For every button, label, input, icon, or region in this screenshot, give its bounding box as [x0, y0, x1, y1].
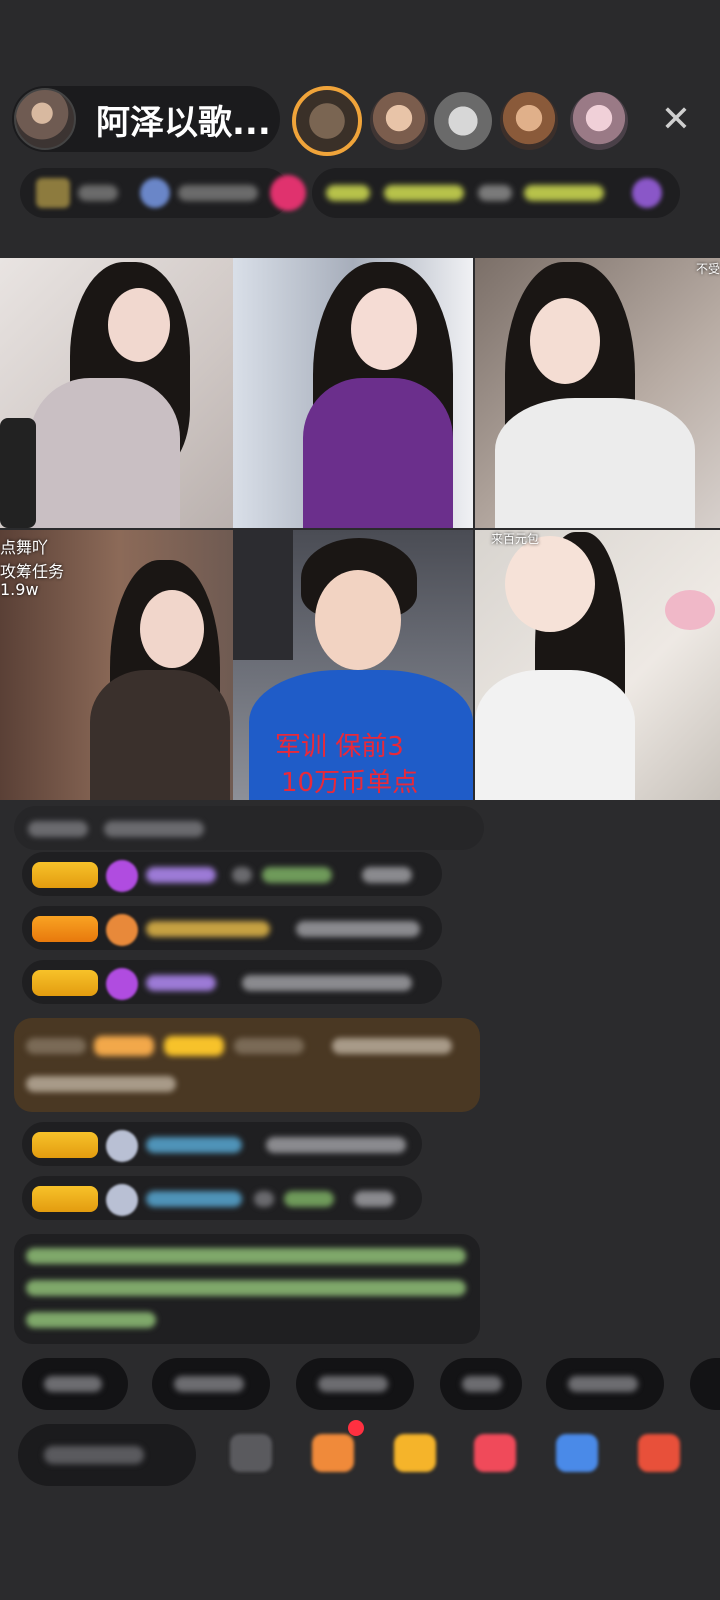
gem-icon	[106, 968, 138, 1000]
comment-input[interactable]	[18, 1424, 196, 1486]
chat-message[interactable]	[22, 960, 442, 1004]
viewer-avatar-3[interactable]	[434, 92, 492, 150]
announcement-message[interactable]	[14, 1234, 480, 1344]
level-badge	[32, 1186, 98, 1212]
level-badge	[32, 970, 98, 996]
red-packet-icon[interactable]	[474, 1434, 516, 1472]
gift-box-icon[interactable]	[312, 1434, 354, 1472]
tile-label: 1.9w	[0, 580, 39, 599]
video-tile-6[interactable]: 来百元包	[475, 530, 720, 800]
viewer-avatar-4[interactable]	[500, 92, 558, 150]
video-tile-3[interactable]: 不受	[475, 258, 720, 528]
system-message[interactable]	[14, 1018, 480, 1112]
tile-label: 不受	[695, 262, 720, 276]
gift-icon[interactable]	[394, 1434, 436, 1472]
tile-label: 来百元包	[491, 532, 540, 546]
quick-action-4[interactable]	[440, 1358, 522, 1410]
bottom-bar	[0, 1420, 720, 1490]
activity-text-3	[478, 185, 512, 201]
quick-action-5[interactable]	[546, 1358, 664, 1410]
tile-label: 攻筹任务	[0, 562, 65, 581]
activity-chip[interactable]	[312, 168, 680, 218]
chat-message[interactable]	[22, 1122, 422, 1166]
quick-actions-row	[0, 1358, 720, 1414]
host-avatar[interactable]	[14, 88, 76, 150]
emoji-icon[interactable]	[230, 1434, 272, 1472]
activity-text-4	[524, 185, 604, 201]
heart-icon[interactable]	[270, 175, 306, 211]
video-tile-4[interactable]: 点舞吖 攻筹任务 1.9w	[0, 530, 238, 800]
share-icon[interactable]	[556, 1434, 598, 1472]
rank-text	[78, 185, 118, 201]
fan-badge-icon	[106, 1130, 138, 1162]
close-icon[interactable]: ✕	[656, 100, 696, 140]
chat-message[interactable]	[22, 1176, 422, 1220]
fan-badge-icon	[106, 914, 138, 946]
overlay-text-line-2: 10万币单点	[281, 768, 419, 798]
quick-action-1[interactable]	[22, 1358, 128, 1410]
level-badge	[32, 1132, 98, 1158]
more-icon[interactable]	[638, 1434, 680, 1472]
notification-dot	[348, 1420, 364, 1436]
level-badge	[32, 862, 98, 888]
host-name[interactable]: 阿泽以歌...	[96, 95, 271, 144]
viewer-avatar-1[interactable]	[292, 86, 362, 156]
activity-text-1	[326, 185, 370, 201]
fans-text	[178, 185, 258, 201]
tile-label: 点舞吖	[0, 538, 49, 557]
level-badge	[32, 916, 98, 942]
quick-action-3[interactable]	[296, 1358, 414, 1410]
chat-message[interactable]	[22, 906, 442, 950]
fans-icon	[140, 178, 170, 208]
viewer-avatar-5[interactable]	[570, 92, 628, 150]
gem-icon	[106, 860, 138, 892]
video-tile-1[interactable]	[0, 258, 238, 528]
gift-icon	[632, 178, 662, 208]
chat-message[interactable]	[22, 852, 442, 896]
chat-message[interactable]	[14, 806, 484, 850]
rank-icon	[36, 178, 70, 208]
video-grid: 不受 点舞吖 攻筹任务 1.9w 军训 保前3 10万币单点 来百元包	[0, 258, 720, 800]
quick-action-6[interactable]	[690, 1358, 720, 1410]
quick-action-2[interactable]	[152, 1358, 270, 1410]
activity-text-2	[384, 185, 464, 201]
overlay-text-line-1: 军训 保前3	[275, 732, 404, 762]
viewer-avatar-2[interactable]	[370, 92, 428, 150]
rank-chip[interactable]	[20, 168, 306, 218]
video-tile-2[interactable]	[233, 258, 473, 528]
video-tile-5-host[interactable]: 军训 保前3 10万币单点	[233, 530, 473, 800]
host-info[interactable]: 阿泽以歌...	[12, 86, 280, 152]
fan-badge-icon	[106, 1184, 138, 1216]
